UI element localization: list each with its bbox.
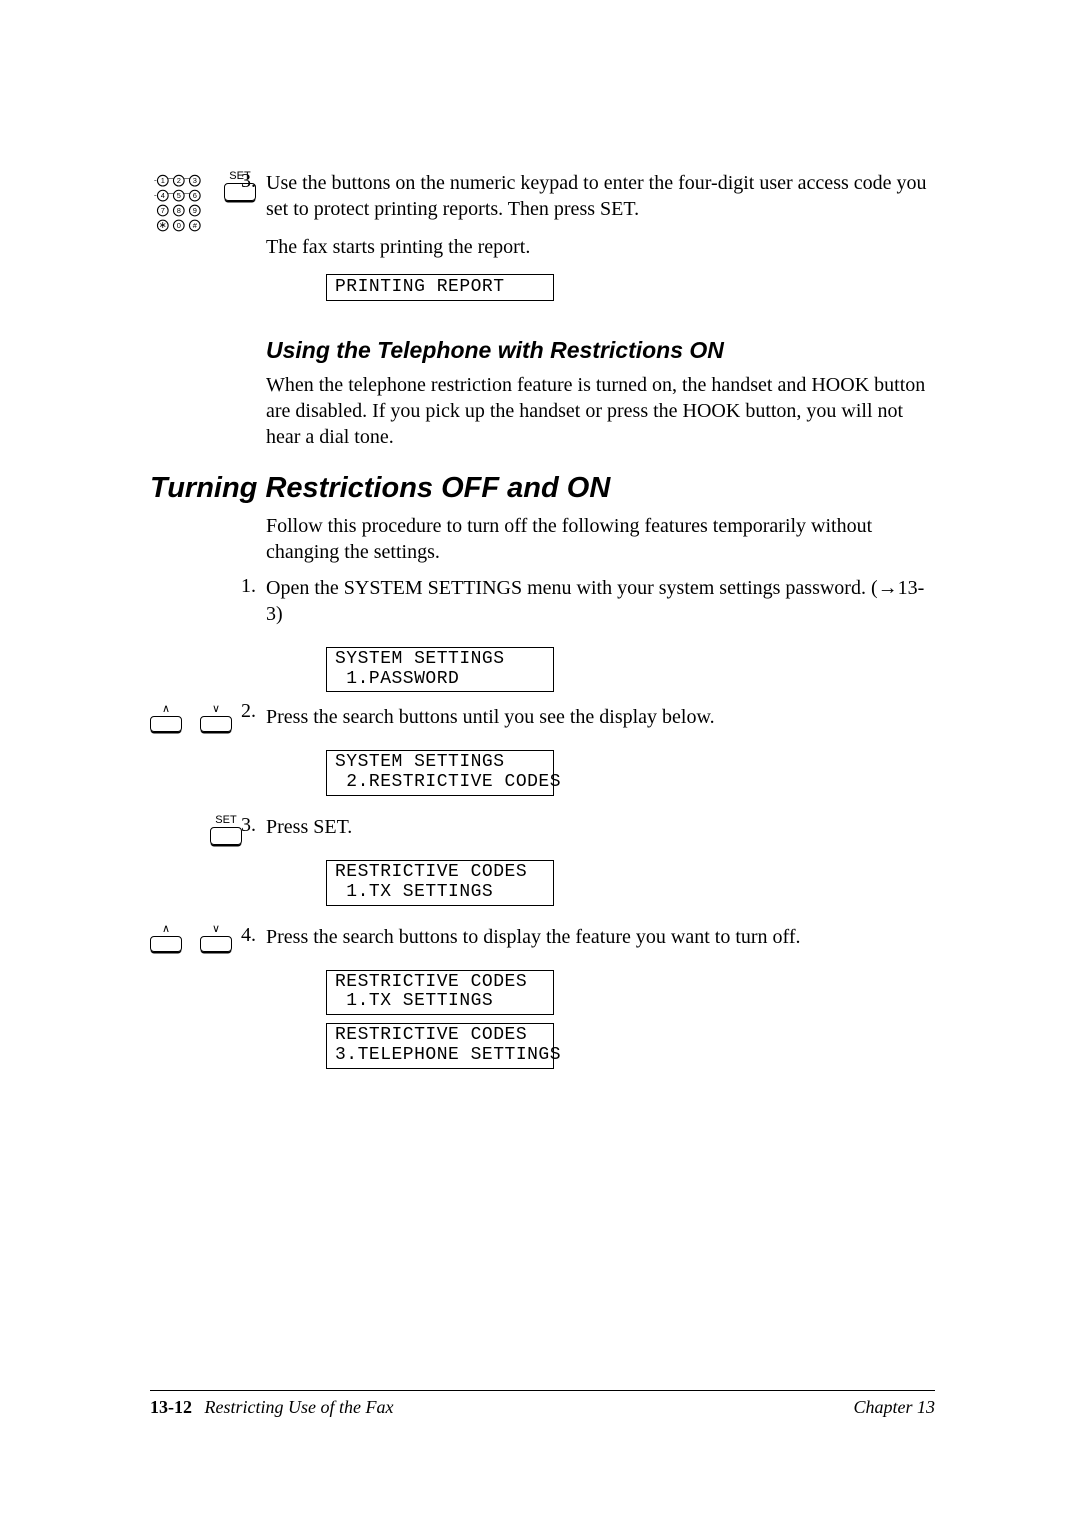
content-area: 1 2 3 4 5 6 7 8 9 ∗ 0 #	[150, 170, 935, 1077]
keypad-icon: 1 2 3 4 5 6 7 8 9 ∗ 0 #	[150, 170, 214, 239]
step-number: 3.	[241, 170, 256, 193]
set-button-label: SET	[210, 814, 242, 826]
search-up-button-icon: ∧	[150, 924, 182, 952]
lcd-tx-settings-1: RESTRICTIVE CODES 1.TX SETTINGS	[326, 860, 554, 906]
search-up-button-icon: ∧	[150, 704, 182, 732]
footer-chapter: Chapter 13	[853, 1397, 935, 1418]
step-text: Open the SYSTEM SETTINGS menu with your …	[266, 575, 935, 627]
step-3-subtext: The fax starts printing the report.	[266, 234, 935, 260]
step-3-top: 3. Use the buttons on the numeric keypad…	[266, 170, 935, 222]
step-2: 2. Press the search buttons until you se…	[266, 700, 935, 730]
svg-text:0: 0	[177, 221, 181, 230]
lcd-telephone-settings: RESTRICTIVE CODES 3.TELEPHONE SETTINGS	[326, 1023, 554, 1069]
svg-text:5: 5	[177, 191, 181, 200]
svg-text:#: #	[193, 221, 198, 230]
search-down-button-icon: ∨	[200, 924, 232, 952]
step-text: Press the search buttons until you see t…	[266, 704, 935, 730]
lcd-restrictive-codes-menu: SYSTEM SETTINGS 2.RESTRICTIVE CODES	[326, 750, 554, 796]
step-1: 1. Open the SYSTEM SETTINGS menu with yo…	[266, 575, 935, 627]
caret-up-icon: ∧	[150, 924, 182, 936]
footer-left: 13-12 Restricting Use of the Fax	[150, 1397, 393, 1418]
page-footer: 13-12 Restricting Use of the Fax Chapter…	[150, 1390, 935, 1418]
step-number: 1.	[241, 575, 256, 598]
svg-text:3: 3	[193, 176, 197, 185]
caret-up-icon: ∧	[150, 704, 182, 716]
page-number: 13-12	[150, 1397, 192, 1417]
subsection-paragraph: When the telephone restriction feature i…	[266, 372, 935, 450]
section-heading: Turning Restrictions OFF and ON	[150, 472, 935, 505]
search-down-button-icon: ∨	[200, 704, 232, 732]
lcd-system-settings-password: SYSTEM SETTINGS 1.PASSWORD	[326, 647, 554, 693]
footer-rule	[150, 1390, 935, 1391]
step-number: 3.	[241, 814, 256, 837]
step-text: Press the search buttons to display the …	[266, 924, 935, 950]
svg-text:2: 2	[177, 176, 181, 185]
svg-text:∗: ∗	[159, 220, 167, 231]
caret-down-icon: ∨	[200, 924, 232, 936]
step-3: 3. Press SET.	[266, 814, 935, 840]
svg-text:4: 4	[161, 191, 165, 200]
lcd-tx-settings-2: RESTRICTIVE CODES 1.TX SETTINGS	[326, 970, 554, 1016]
svg-text:6: 6	[193, 191, 197, 200]
footer-title: Restricting Use of the Fax	[205, 1397, 394, 1417]
step-text: Press SET.	[266, 814, 935, 840]
svg-text:9: 9	[193, 206, 197, 215]
set-button-icon: SET	[210, 814, 242, 845]
step-text: Use the buttons on the numeric keypad to…	[266, 170, 935, 222]
section-paragraph: Follow this procedure to turn off the fo…	[266, 513, 935, 565]
step-4: 4. Press the search buttons to display t…	[266, 924, 935, 950]
lcd-printing-report: PRINTING REPORT	[326, 274, 554, 301]
subsection-heading: Using the Telephone with Restrictions ON	[266, 337, 935, 364]
svg-text:1: 1	[161, 176, 165, 185]
body-column: 3. Use the buttons on the numeric keypad…	[266, 170, 935, 1077]
step-number: 4.	[241, 924, 256, 947]
svg-text:7: 7	[161, 206, 165, 215]
page: 1 2 3 4 5 6 7 8 9 ∗ 0 #	[0, 0, 1080, 1528]
caret-down-icon: ∨	[200, 704, 232, 716]
step-number: 2.	[241, 700, 256, 723]
svg-text:8: 8	[177, 206, 181, 215]
